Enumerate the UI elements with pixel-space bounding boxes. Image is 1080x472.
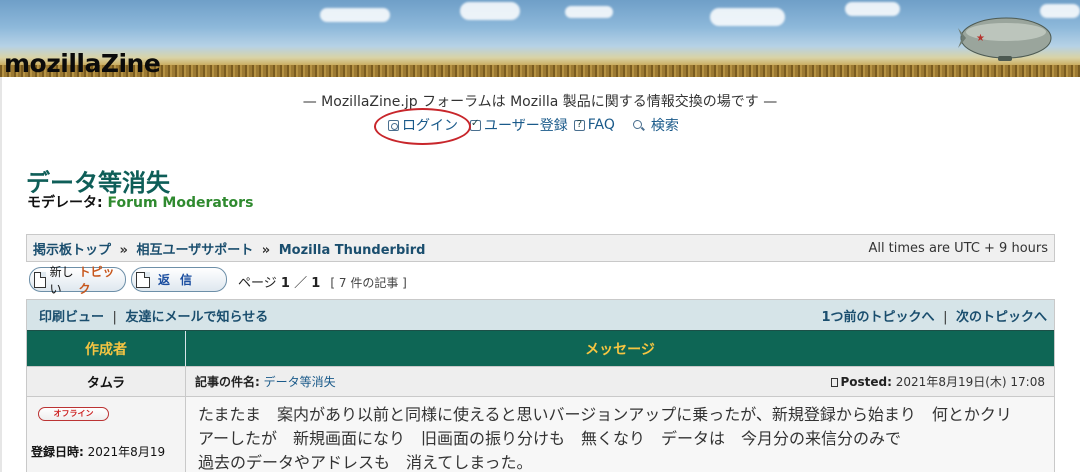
posted-label: Posted: xyxy=(840,375,892,389)
zeppelin-icon: ★ xyxy=(958,17,1052,61)
topic-table: 印刷ビュー | 友達にメールで知らせる 1つ前のトピックへ | 次のトピックへ … xyxy=(26,299,1055,472)
breadcrumb-bar: 掲示板トップ » 相互ユーザサポート » Mozilla Thunderbird… xyxy=(26,234,1055,262)
post-header-row: タムラ 記事の件名: データ等消失 Posted: 2021年8月19日(木) … xyxy=(27,366,1054,396)
table-header-row: 作成者 メッセージ xyxy=(27,330,1054,366)
new-topic-button[interactable]: 新しい トピック xyxy=(29,265,126,296)
register-icon xyxy=(470,118,481,131)
post-count: [ 7 件の記事 ] xyxy=(330,276,407,290)
joined-date: 登録日時: 2021年8月19 xyxy=(31,443,165,460)
register-link[interactable]: ユーザー登録 xyxy=(470,115,568,135)
svg-text:★: ★ xyxy=(976,33,985,44)
post-document-icon[interactable] xyxy=(830,378,838,387)
next-topic-link[interactable]: 次のトピックへ xyxy=(956,310,1047,325)
reply-icon xyxy=(136,271,150,288)
moderators-link[interactable]: Forum Moderators xyxy=(107,195,253,211)
post-timestamp: Posted: 2021年8月19日(木) 17:08 xyxy=(830,373,1045,390)
page-total: 1 xyxy=(311,276,321,291)
topic-tools-row: 印刷ビュー | 友達にメールで知らせる 1つ前のトピックへ | 次のトピックへ xyxy=(27,300,1054,330)
post-author[interactable]: タムラ xyxy=(27,367,186,396)
search-link[interactable]: 検索 xyxy=(632,115,679,135)
breadcrumb-separator: » xyxy=(119,242,128,258)
page-left-border xyxy=(0,77,2,472)
site-logo[interactable]: mozillaZine xyxy=(4,49,161,77)
search-icon xyxy=(632,119,644,131)
timezone-note: All times are UTC + 9 hours xyxy=(868,240,1048,256)
breadcrumb-separator: » xyxy=(261,242,271,258)
breadcrumb-item-user-support[interactable]: 相互ユーザサポート xyxy=(136,243,253,258)
new-topic-label-prefix: 新しい xyxy=(49,264,74,296)
email-friend-link[interactable]: 友達にメールで知らせる xyxy=(125,310,268,325)
faq-icon xyxy=(573,119,585,131)
page-current: 1 xyxy=(280,276,290,291)
faq-link[interactable]: FAQ xyxy=(573,117,615,133)
breadcrumb-item-board-top[interactable]: 掲示板トップ xyxy=(33,243,111,258)
pagination: ページ 1 ／ 1 [ 7 件の記事 ] xyxy=(238,272,407,291)
tools-separator: | xyxy=(943,309,948,325)
grass-decoration xyxy=(0,65,1080,77)
author-profile: オフライン 登録日時: 2021年8月19 xyxy=(27,397,186,472)
breadcrumb-item-thunderbird[interactable]: Mozilla Thunderbird xyxy=(279,243,426,258)
reply-button[interactable]: 返信 xyxy=(131,267,227,292)
register-label: ユーザー登録 xyxy=(484,118,568,134)
new-topic-icon xyxy=(34,271,46,288)
faq-label: FAQ xyxy=(587,117,615,133)
new-topic-label-accent: トピック xyxy=(78,264,115,296)
post-subject-label: 記事の件名: xyxy=(195,375,260,389)
print-view-link[interactable]: 印刷ビュー xyxy=(39,310,104,325)
joined-value: 2021年8月19 xyxy=(87,445,166,459)
column-header-message: メッセージ xyxy=(585,341,655,358)
site-description: — MozillaZine.jp フォーラムは Mozilla 製品に関する情報… xyxy=(302,94,778,110)
posted-datetime: 2021年8月19日(木) 17:08 xyxy=(895,375,1045,389)
post-body-row: オフライン 登録日時: 2021年8月19 たまたま 案内があり以前と同様に使え… xyxy=(27,396,1054,472)
post-line: 過去のデータやアドレスも 消えてしまった。 xyxy=(198,453,533,472)
page-label: ページ xyxy=(238,276,277,291)
column-header-author: 作成者 xyxy=(27,331,186,366)
post-line: アーしたが 新規画面になり 旧画面の振り分けも 無くなり データは 今月分の来信… xyxy=(198,429,902,448)
tools-separator: | xyxy=(112,309,117,325)
moderators-line: モデレータ: Forum Moderators xyxy=(27,192,253,212)
cloud-decoration xyxy=(460,2,520,20)
cloud-decoration xyxy=(320,8,390,22)
topic-tools-right: 1つ前のトピックへ | 次のトピックへ xyxy=(821,306,1047,325)
reply-label: 返信 xyxy=(158,273,203,287)
cloud-decoration xyxy=(845,2,900,16)
joined-label: 登録日時: xyxy=(31,445,84,459)
site-banner: mozillaZine ★ xyxy=(0,0,1080,77)
prev-topic-link[interactable]: 1つ前のトピックへ xyxy=(821,310,934,325)
cloud-decoration xyxy=(710,8,785,26)
page-separator: ／ xyxy=(294,276,308,291)
post-subject-bar: 記事の件名: データ等消失 Posted: 2021年8月19日(木) 17:0… xyxy=(186,367,1054,396)
post-subject-link[interactable]: データ等消失 xyxy=(264,375,336,389)
cloud-decoration xyxy=(565,6,613,18)
login-highlight-ellipse xyxy=(374,108,471,145)
moderators-label: モデレータ: xyxy=(27,195,103,211)
breadcrumb: 掲示板トップ » 相互ユーザサポート » Mozilla Thunderbird xyxy=(33,239,425,258)
post-content: たまたま 案内があり以前と同様に使えると思いバージョンアップに乗ったが、新規登録… xyxy=(186,397,1054,472)
offline-status-badge: オフライン xyxy=(38,407,109,421)
post-subject: 記事の件名: データ等消失 xyxy=(195,373,336,390)
search-label: 検索 xyxy=(650,118,679,134)
topic-tools-left: 印刷ビュー | 友達にメールで知らせる xyxy=(39,306,268,325)
post-line: たまたま 案内があり以前と同様に使えると思いバージョンアップに乗ったが、新規登録… xyxy=(198,405,1012,424)
